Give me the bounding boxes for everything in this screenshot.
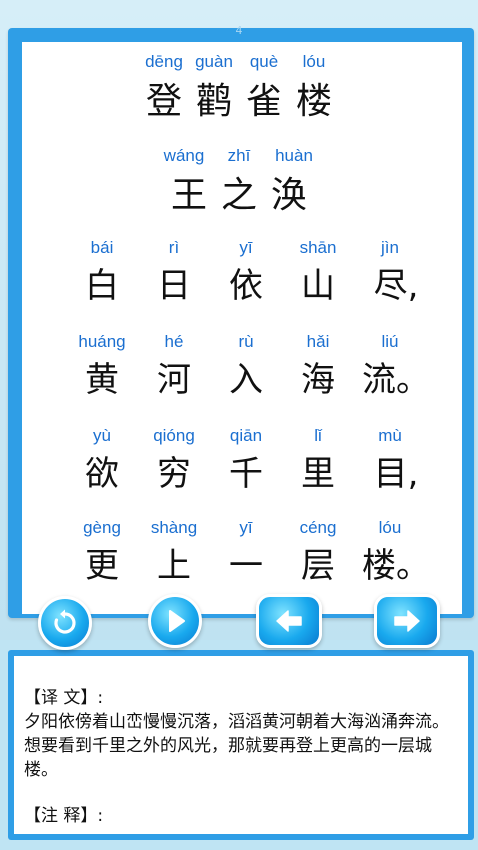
arrow-right-icon xyxy=(394,610,420,632)
line-pinyin: yī xyxy=(239,238,253,257)
line-pinyin: rù xyxy=(238,332,254,351)
translation-text: 夕阳依傍着山峦慢慢沉落，滔滔黄河朝着大海汹涌奔流。想要看到千里之外的风光，那就要… xyxy=(24,712,449,780)
line-pinyin: gèng xyxy=(83,518,121,537)
line-pinyin: jìn xyxy=(381,238,399,257)
line-hanzi: 目, xyxy=(373,454,419,494)
line-pinyin: qióng xyxy=(153,426,195,445)
line-hanzi: 千 xyxy=(229,454,263,494)
title-pinyin: guàn xyxy=(195,52,233,71)
notes-panel-frame: 【译 文】: 夕阳依傍着山峦慢慢沉落，滔滔黄河朝着大海汹涌奔流。想要看到千里之外… xyxy=(8,650,474,840)
line-pinyin: lóu xyxy=(378,518,402,537)
next-button[interactable] xyxy=(374,594,440,648)
translation-heading: 【译 文】: xyxy=(24,688,104,708)
page-number: 4 xyxy=(235,24,243,37)
line-pinyin: qiān xyxy=(229,426,263,445)
title-pinyin: lóu xyxy=(302,52,326,71)
line-pinyin: huáng xyxy=(78,332,126,351)
line-hanzi: 流。 xyxy=(362,360,430,400)
line-hanzi: 穷 xyxy=(157,454,191,494)
line-hanzi: 依 xyxy=(229,266,263,306)
poem-title: dēng guàn què lóu 登 鹳 雀 楼 xyxy=(0,52,478,124)
line-hanzi: 日 xyxy=(157,266,191,306)
line-pinyin: bái xyxy=(90,238,114,257)
line-hanzi: 河 xyxy=(157,360,191,400)
play-button[interactable] xyxy=(148,594,202,648)
line-hanzi: 尽, xyxy=(373,266,419,306)
line-hanzi: 欲 xyxy=(85,454,119,494)
title-pinyin: dēng xyxy=(145,52,183,71)
line-pinyin: hǎi xyxy=(306,332,330,351)
play-icon xyxy=(169,610,185,632)
line-hanzi: 上 xyxy=(157,546,191,586)
line-hanzi: 山 xyxy=(301,266,335,306)
title-hanzi: 楼 xyxy=(295,81,332,122)
author-pinyin: huàn xyxy=(275,146,313,165)
poem-line-4: gèng shàng yī céng lóu 更 上 一 层 楼。 xyxy=(0,518,478,587)
arrow-left-icon xyxy=(276,610,302,632)
line-hanzi: 更 xyxy=(85,546,119,586)
line-hanzi: 黄 xyxy=(85,360,119,400)
line-pinyin: rì xyxy=(168,238,180,257)
line-hanzi: 里 xyxy=(301,454,335,494)
line-pinyin: yù xyxy=(93,426,111,445)
notes-panel[interactable]: 【译 文】: 夕阳依傍着山峦慢慢沉落，滔滔黄河朝着大海汹涌奔流。想要看到千里之外… xyxy=(14,656,468,834)
line-pinyin: shàng xyxy=(150,518,198,537)
title-pinyin: què xyxy=(249,52,279,71)
previous-button[interactable] xyxy=(256,594,322,648)
poem-line-3: yù qióng qiān lǐ mù 欲 穷 千 里 目, xyxy=(0,426,478,495)
author-pinyin: zhī xyxy=(227,146,251,165)
title-hanzi: 鹳 xyxy=(195,81,232,122)
line-pinyin: shān xyxy=(299,238,337,257)
poem-line-1: bái rì yī shān jìn 白 日 依 山 尽, xyxy=(0,238,478,307)
replay-button[interactable] xyxy=(38,596,92,650)
line-pinyin: hé xyxy=(164,332,184,351)
line-pinyin: lǐ xyxy=(314,426,322,445)
line-hanzi: 一 xyxy=(229,546,263,586)
poem-author: wáng zhī huàn 王 之 涣 xyxy=(0,146,478,218)
line-pinyin: liú xyxy=(381,332,399,351)
line-pinyin: mù xyxy=(378,426,402,445)
author-hanzi: 涣 xyxy=(270,175,307,216)
title-hanzi: 登 xyxy=(145,81,182,122)
line-hanzi: 海 xyxy=(301,360,335,400)
line-hanzi: 楼。 xyxy=(362,546,430,586)
author-pinyin: wáng xyxy=(163,146,205,165)
line-hanzi: 白 xyxy=(85,266,119,306)
title-hanzi: 雀 xyxy=(245,81,282,122)
annotation-heading: 【注 释】: xyxy=(24,806,104,826)
line-hanzi: 入 xyxy=(229,360,263,400)
author-hanzi: 王 xyxy=(170,175,207,216)
author-hanzi: 之 xyxy=(220,175,257,216)
line-hanzi: 层 xyxy=(301,546,335,586)
line-pinyin: céng xyxy=(299,518,337,537)
line-pinyin: yī xyxy=(239,518,253,537)
replay-icon xyxy=(54,609,76,634)
poem-line-2: huáng hé rù hǎi liú 黄 河 入 海 流。 xyxy=(0,332,478,401)
